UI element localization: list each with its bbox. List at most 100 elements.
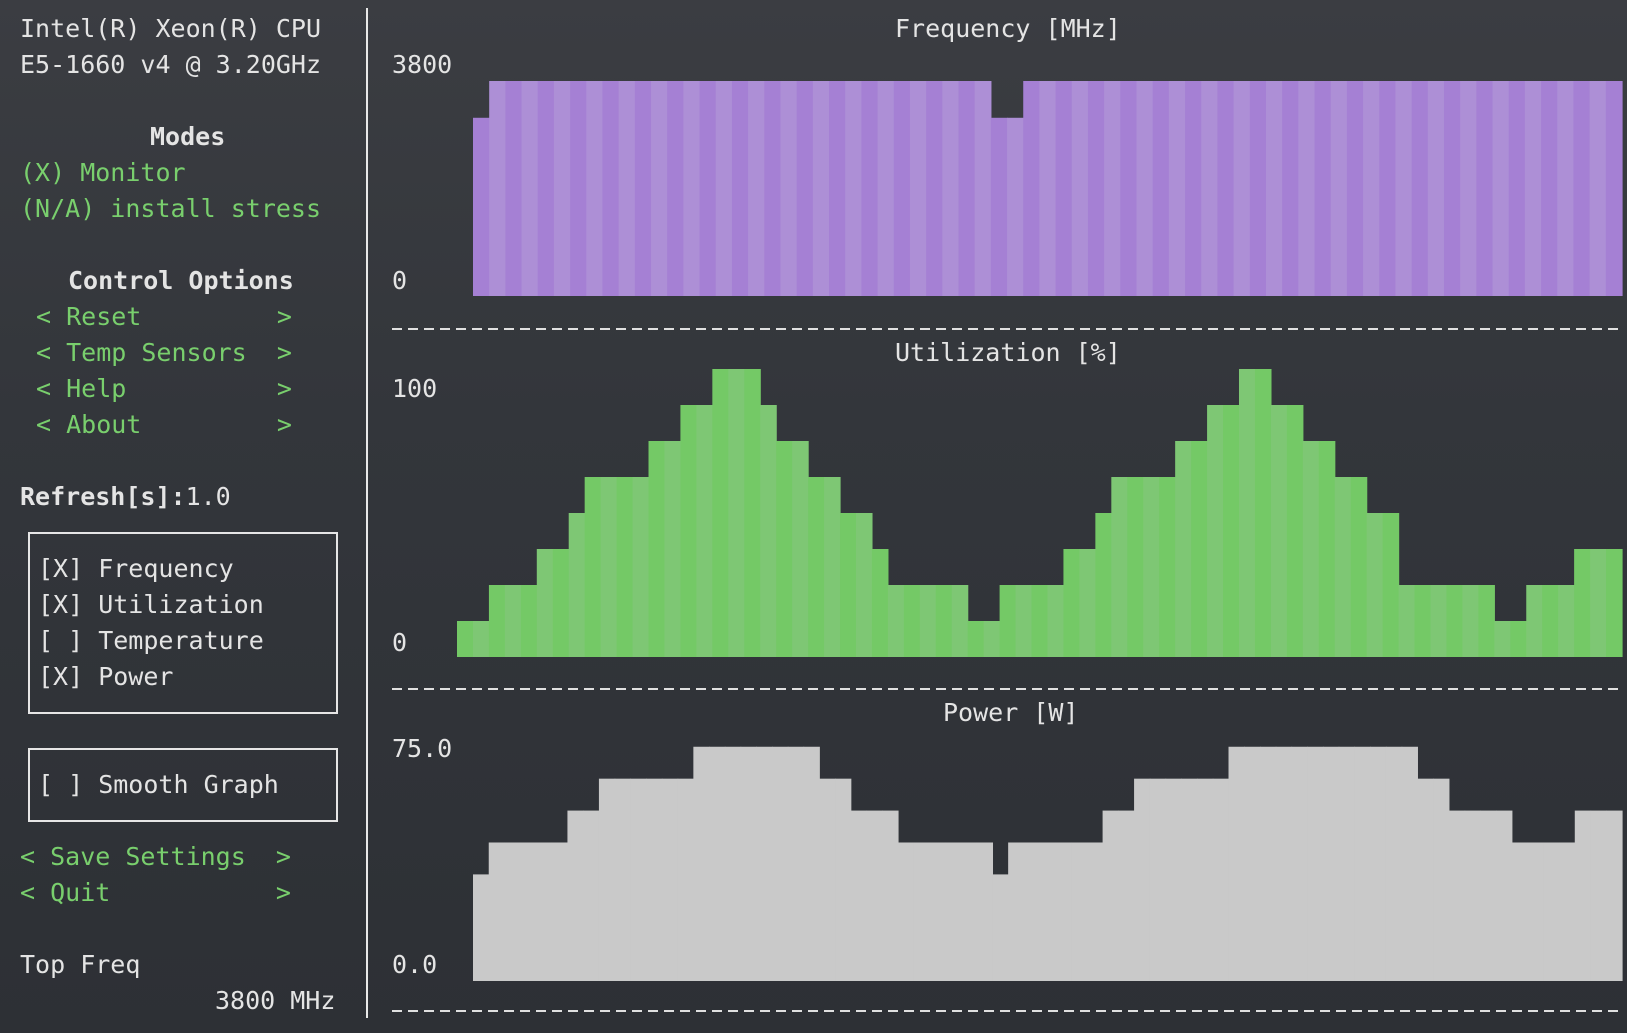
frequency-bar bbox=[683, 81, 701, 296]
utilization-bar bbox=[935, 585, 953, 657]
power-bar bbox=[1322, 746, 1340, 981]
utilization-bar bbox=[457, 621, 474, 657]
utilization-bar bbox=[1542, 585, 1559, 657]
power-bar bbox=[1354, 746, 1371, 981]
refresh-value[interactable]: 1.0 bbox=[186, 482, 231, 511]
frequency-checkbox[interactable]: [X] Frequency bbox=[38, 556, 234, 581]
utilization-bar bbox=[520, 585, 538, 657]
power-bar bbox=[1464, 810, 1481, 981]
frequency-bar bbox=[1185, 81, 1202, 296]
utilization-bar bbox=[1095, 513, 1112, 657]
frequency-bar bbox=[1573, 81, 1591, 296]
frequency-bar bbox=[1314, 81, 1332, 296]
power-bar bbox=[1259, 746, 1277, 981]
utilization-bar bbox=[1191, 441, 1208, 657]
utilization-bar bbox=[951, 585, 969, 657]
utilization-bar bbox=[792, 441, 809, 657]
utilization-checkbox[interactable]: [X] Utilization bbox=[38, 592, 264, 617]
power-bar bbox=[598, 778, 616, 981]
utilization-bar bbox=[1175, 441, 1192, 657]
help-button[interactable]: < Help > bbox=[36, 376, 292, 401]
utilization-bar bbox=[1478, 585, 1495, 657]
frequency-bar bbox=[1508, 81, 1526, 296]
frequency-bar bbox=[1605, 81, 1623, 296]
temp-sensors-button[interactable]: < Temp Sensors > bbox=[36, 340, 292, 365]
power-bar bbox=[866, 810, 883, 981]
frequency-bar bbox=[1427, 81, 1445, 296]
power-bar bbox=[661, 778, 679, 981]
power-bar bbox=[630, 778, 647, 981]
frequency-bar bbox=[1039, 81, 1057, 296]
save-settings-button[interactable]: < Save Settings > bbox=[20, 844, 291, 869]
frequency-bar bbox=[731, 81, 749, 296]
frequency-bar bbox=[796, 81, 814, 296]
power-bar bbox=[1448, 810, 1466, 981]
utilization-bar bbox=[1079, 549, 1096, 657]
smooth-graph-checkbox[interactable]: [ ] Smooth Graph bbox=[38, 772, 279, 797]
power-checkbox[interactable]: [X] Power bbox=[38, 664, 173, 689]
power-bar bbox=[1023, 842, 1041, 981]
utilization-bar bbox=[776, 441, 793, 657]
utilization-bar bbox=[1350, 477, 1368, 657]
frequency-bar bbox=[1152, 81, 1170, 296]
frequency-bar bbox=[1120, 81, 1138, 296]
utilization-bar bbox=[680, 405, 697, 657]
power-bar bbox=[1212, 778, 1230, 981]
power-bar bbox=[1149, 778, 1167, 981]
frequency-bar bbox=[1233, 81, 1251, 296]
utilization-bar bbox=[536, 549, 554, 657]
utilization-bar bbox=[600, 477, 618, 657]
utilization-bar bbox=[616, 477, 634, 657]
utilization-bar bbox=[552, 549, 570, 657]
utilization-bar bbox=[472, 621, 490, 657]
power-bar bbox=[803, 746, 820, 981]
power-bar bbox=[1102, 810, 1119, 981]
frequency-bar bbox=[570, 81, 587, 296]
utilization-bar bbox=[1446, 585, 1464, 657]
power-bar bbox=[1590, 810, 1607, 981]
frequency-bar bbox=[1346, 81, 1364, 296]
power-bar bbox=[897, 842, 915, 981]
frequency-bar bbox=[699, 81, 717, 296]
frequency-bar bbox=[1201, 81, 1219, 296]
frequency-min-label: 0 bbox=[392, 266, 408, 295]
about-button[interactable]: < About > bbox=[36, 412, 292, 437]
power-bar bbox=[567, 810, 584, 981]
frequency-bar bbox=[505, 81, 523, 296]
frequency-bar bbox=[877, 81, 895, 296]
summary-value: 3800 MHz bbox=[215, 986, 336, 1015]
reset-button[interactable]: < Reset > bbox=[36, 304, 292, 329]
power-bar bbox=[646, 778, 663, 981]
power-bar bbox=[740, 746, 757, 981]
frequency-bar bbox=[1524, 81, 1542, 296]
refresh-setting[interactable]: Refresh[s]:1.0 bbox=[20, 484, 231, 509]
utilization-bar bbox=[1207, 405, 1224, 657]
frequency-bar bbox=[1460, 81, 1477, 296]
utilization-bar bbox=[824, 477, 841, 657]
utilization-bars bbox=[457, 369, 1623, 657]
utilization-bar bbox=[488, 585, 506, 657]
power-bar bbox=[1228, 746, 1245, 981]
utilization-bar bbox=[1414, 585, 1432, 657]
frequency-bar bbox=[974, 81, 992, 296]
utilization-bar bbox=[712, 369, 729, 657]
frequency-bar bbox=[780, 81, 798, 296]
frequency-bar bbox=[1265, 81, 1283, 296]
frequency-bar bbox=[748, 81, 765, 296]
temperature-checkbox[interactable]: [ ] Temperature bbox=[38, 628, 264, 653]
utilization-bar bbox=[1494, 621, 1511, 657]
power-bar bbox=[882, 810, 899, 981]
mode-install-stress[interactable]: (N/A) install stress bbox=[20, 196, 321, 221]
power-bar bbox=[709, 746, 726, 981]
mode-monitor[interactable]: (X) Monitor bbox=[20, 160, 186, 185]
utilization-bar bbox=[903, 585, 921, 657]
power-bar bbox=[1543, 842, 1560, 981]
power-bar bbox=[1606, 810, 1623, 981]
utilization-bar bbox=[760, 405, 777, 657]
power-bar bbox=[1291, 746, 1308, 981]
power-bar bbox=[1039, 842, 1056, 981]
quit-button[interactable]: < Quit > bbox=[20, 880, 291, 905]
frequency-bar bbox=[1023, 81, 1041, 296]
utilization-max-label: 100 bbox=[392, 374, 438, 403]
utilization-bar bbox=[1510, 621, 1527, 657]
